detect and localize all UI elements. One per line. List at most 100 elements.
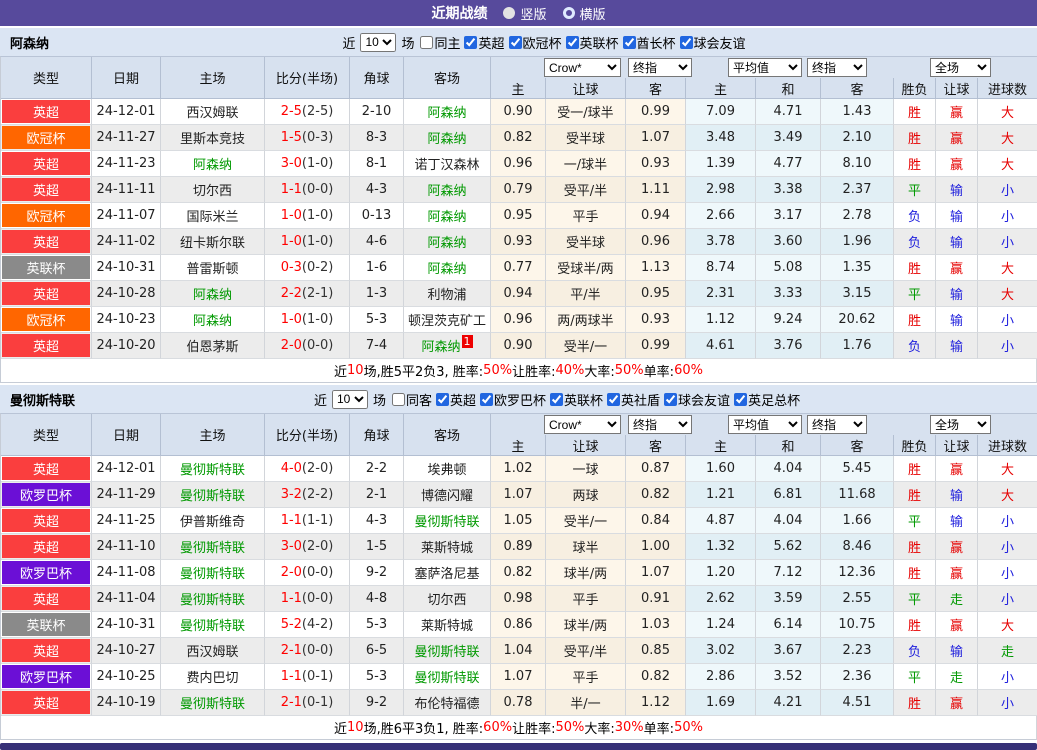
full-time-score: 2-0 [280,565,302,580]
result-handicap: 输 [936,482,978,508]
results-table: 类型 日期 主场 比分(半场) 角球 客场 Crow* 终指 平均值 终指 全场主让球客主和客胜负让… [0,56,1037,383]
odds-away: 0.93 [626,307,686,333]
recent-count-select[interactable]: 10 [331,389,368,409]
match-type-cell: 英超 [1,177,92,203]
result-goals: 小 [978,690,1037,716]
league-filter[interactable]: 英联杯 [563,33,619,52]
league-filter-checkbox[interactable] [622,35,636,49]
odds-home: 0.78 [491,690,546,716]
avg-away-odds: 2.10 [821,125,894,151]
match-type-cell: 英超 [1,638,92,664]
summary-segment: 单率: [643,365,675,380]
match-scope-select[interactable]: 全场 [930,58,991,77]
layout-radio-vertical[interactable]: 竖版 [503,4,547,23]
league-filter-label: 酋长杯 [636,36,676,52]
average-select[interactable]: 平均值 [728,415,802,434]
odds-away: 0.91 [626,586,686,612]
result-outcome: 胜 [894,560,936,586]
league-filter[interactable]: 欧罗巴杯 [477,390,546,409]
half-time-score: (2-5) [301,104,334,119]
away-team-name: 博德闪耀 [420,489,473,504]
same-venue-filter[interactable]: 同客 [389,390,432,409]
result-outcome: 胜 [894,482,936,508]
match-scope-select[interactable]: 全场 [930,415,991,434]
avg-away-odds: 8.46 [821,534,894,560]
match-date: 24-11-29 [92,482,161,508]
same-venue-filter[interactable]: 同主 [417,33,460,52]
full-time-score: 2-1 [280,695,302,710]
full-time-score: 3-0 [280,539,302,554]
league-filter-checkbox[interactable] [508,35,522,49]
league-filter[interactable]: 球会友谊 [661,390,730,409]
league-filter-checkbox[interactable] [565,35,579,49]
league-filter[interactable]: 英联杯 [547,390,603,409]
away-team-name: 顿涅茨克矿工 [407,314,486,329]
odds-home: 0.90 [491,333,546,359]
result-outcome: 胜 [894,534,936,560]
result-handicap: 输 [936,177,978,203]
league-type-badge: 英超 [2,100,90,123]
league-filter[interactable]: 英超 [433,390,476,409]
avg-home-odds: 2.66 [686,203,756,229]
layout-radio-horizontal[interactable]: 横版 [562,4,606,23]
match-date: 24-11-08 [92,560,161,586]
same-venue-checkbox[interactable] [420,35,434,49]
column-header: 主 [686,78,756,99]
final-index-select-2[interactable]: 终指 [807,58,867,77]
result-handicap: 输 [936,638,978,664]
column-header: 类型 [1,414,92,456]
odds-away: 1.07 [626,560,686,586]
summary-segment: 让胜率: [512,722,556,737]
league-filter-label: 英联杯 [579,36,619,52]
league-filter[interactable]: 酋长杯 [620,33,676,52]
result-outcome: 负 [894,333,936,359]
league-filter-checkbox[interactable] [607,392,621,406]
odds-provider-select[interactable]: Crow* [544,58,621,77]
column-header: 让球 [546,435,626,456]
league-filter[interactable]: 欧冠杯 [506,33,562,52]
score-cell: 2-0 (0-0) [265,560,350,586]
odds-home: 0.77 [491,255,546,281]
league-filter[interactable]: 球会友谊 [677,33,746,52]
average-select[interactable]: 平均值 [728,58,802,77]
league-filter-checkbox[interactable] [480,392,493,406]
final-index-select[interactable]: 终指 [628,58,692,77]
away-team: 埃弗顿 [404,456,491,482]
away-team: 利物浦 [404,281,491,307]
corner-count: 2-10 [350,99,404,125]
league-type-badge: 英超 [2,509,90,532]
score-cell: 1-1 (0-0) [265,177,350,203]
home-team: 曼彻斯特联 [161,612,265,638]
league-filter-checkbox[interactable] [550,392,564,406]
result-outcome: 平 [894,664,936,690]
score-cell: 3-0 (1-0) [265,151,350,177]
odds-away: 0.82 [626,664,686,690]
league-filter-checkbox[interactable] [464,35,478,49]
corner-count: 5-3 [350,664,404,690]
league-filter-checkbox[interactable] [435,392,449,406]
recent-count-select[interactable]: 10 [360,32,397,52]
league-filter-label: 欧冠杯 [522,36,562,52]
column-header: 主 [491,435,546,456]
league-filter-checkbox[interactable] [734,392,748,406]
home-team: 曼彻斯特联 [161,456,265,482]
league-filter-checkbox[interactable] [679,35,693,49]
result-handicap: 赢 [936,560,978,586]
final-index-select-2[interactable]: 终指 [807,415,867,434]
same-venue-checkbox[interactable] [391,392,405,406]
league-filter[interactable]: 英社盾 [604,390,660,409]
match-type-cell: 欧冠杯 [1,125,92,151]
match-date: 24-11-25 [92,508,161,534]
avg-away-odds: 2.37 [821,177,894,203]
league-filter[interactable]: 英超 [461,33,505,52]
league-filter-checkbox[interactable] [664,392,678,406]
league-filter[interactable]: 英足总杯 [731,390,800,409]
odds-handicap: 球半 [546,534,626,560]
result-outcome: 负 [894,203,936,229]
league-filter-label: 欧罗巴杯 [494,393,547,409]
odds-provider-select[interactable]: Crow* [544,415,621,434]
final-index-select[interactable]: 终指 [628,415,692,434]
corner-count: 1-5 [350,534,404,560]
odds-handicap: 球半/两 [546,612,626,638]
match-type-cell: 英超 [1,508,92,534]
